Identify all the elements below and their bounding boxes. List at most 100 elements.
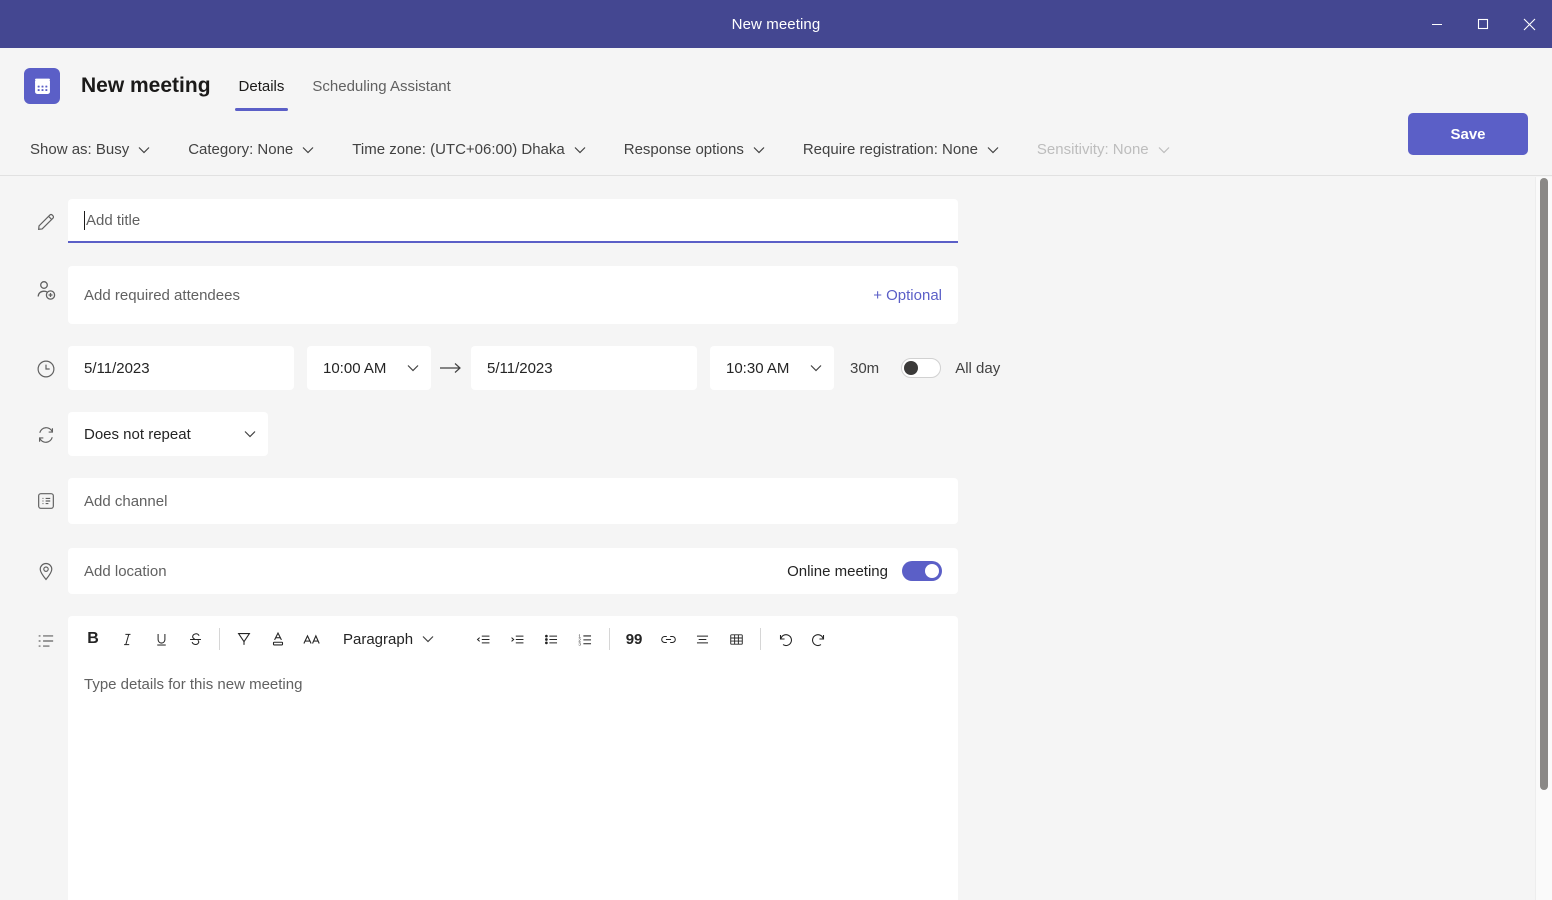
sensitivity-label: Sensitivity: None [1036, 141, 1149, 158]
repeat-glyph [38, 427, 54, 443]
repeat-field-wrap: Does not repeat [68, 412, 958, 456]
numbered-list-icon[interactable]: 1 2 3 [568, 622, 602, 656]
editor-container: B Paragraph 1 2 3 99 Type details for th… [68, 616, 958, 900]
tab-details[interactable]: Details [233, 48, 291, 124]
add-person-icon [24, 266, 68, 302]
save-button[interactable]: Save [1408, 113, 1528, 155]
online-meeting-toggle[interactable] [902, 561, 942, 581]
title-bar: New meeting [0, 0, 1552, 48]
sensitivity-dropdown: Sensitivity: None [1031, 137, 1176, 162]
decrease-indent-icon[interactable] [466, 622, 500, 656]
repeat-dropdown[interactable]: Does not repeat [68, 412, 268, 456]
arrow-right-glyph [440, 363, 461, 373]
minimize-button[interactable] [1414, 0, 1460, 48]
channel-placeholder: Add channel [84, 492, 168, 510]
undo-glyph [780, 634, 792, 647]
scrollbar-thumb[interactable] [1540, 178, 1548, 790]
repeat-icon [24, 412, 68, 446]
time-zone-dropdown[interactable]: Time zone: (UTC+06:00) Dhaka [346, 137, 591, 162]
italic-glyph [123, 633, 130, 645]
header-tabs: Details Scheduling Assistant [233, 48, 457, 124]
channel-glyph [38, 493, 54, 509]
add-person-glyph [37, 281, 56, 300]
show-as-label: Show as: Busy [30, 141, 130, 158]
font-color-icon[interactable] [261, 622, 295, 656]
scrollbar-track[interactable] [1540, 178, 1548, 892]
channel-input[interactable]: Add channel [68, 478, 958, 524]
meeting-options-bar: Show as: Busy Category: None Time zone: … [0, 124, 1552, 176]
all-day-toggle-knob [904, 361, 919, 375]
meeting-header: New meeting Details Scheduling Assistant… [0, 48, 1552, 155]
title-input[interactable]: Add title [68, 199, 958, 243]
end-date-input[interactable]: 5/11/2023 [471, 346, 697, 390]
attendees-input[interactable]: Add required attendees + Optional [68, 266, 958, 324]
repeat-row: Does not repeat [0, 412, 1552, 456]
maximize-button[interactable] [1460, 0, 1506, 48]
require-registration-dropdown[interactable]: Require registration: None [797, 137, 1005, 162]
close-button[interactable] [1506, 0, 1552, 48]
category-dropdown[interactable]: Category: None [182, 137, 320, 162]
start-date-input[interactable]: 5/11/2023 [68, 346, 294, 390]
quote-icon[interactable]: 99 [617, 622, 651, 656]
redo-icon[interactable] [802, 622, 836, 656]
duration-label: 30m [850, 359, 880, 377]
title-row: Add title [0, 199, 1552, 243]
bold-icon[interactable]: B [76, 622, 110, 656]
chevron-down-icon [987, 146, 999, 153]
show-as-dropdown[interactable]: Show as: Busy [24, 137, 156, 162]
online-meeting-control: Online meeting [787, 561, 942, 581]
editor-toolbar: B Paragraph 1 2 3 99 [68, 616, 958, 662]
vertical-scrollbar[interactable] [1540, 178, 1548, 892]
undo-icon[interactable] [768, 622, 802, 656]
chevron-down-icon [574, 146, 586, 153]
paragraph-style-dropdown[interactable]: Paragraph [335, 622, 442, 656]
start-time-dropdown[interactable]: 10:00 AM [307, 346, 431, 390]
bulleted-list-icon[interactable] [534, 622, 568, 656]
datetime-controls: 5/11/2023 10:00 AM 5/11/2023 10:30 AM 30… [68, 346, 1078, 390]
location-pin-glyph [39, 562, 53, 581]
table-icon[interactable] [719, 622, 753, 656]
response-options-dropdown[interactable]: Response options [618, 137, 771, 162]
tab-scheduling-assistant[interactable]: Scheduling Assistant [306, 48, 456, 124]
font-size-icon[interactable] [295, 622, 329, 656]
channel-icon [24, 478, 68, 512]
location-row: Add location Online meeting [0, 548, 1552, 594]
redo-glyph [812, 634, 825, 647]
font-size-glyph [303, 634, 320, 644]
chevron-down-icon [407, 365, 419, 372]
time-zone-label: Time zone: (UTC+06:00) Dhaka [352, 141, 565, 158]
all-day-toggle[interactable] [901, 358, 942, 378]
toolbar-divider [760, 628, 762, 650]
italic-icon[interactable] [110, 622, 144, 656]
link-icon[interactable] [651, 622, 685, 656]
details-textarea[interactable]: Type details for this new meeting [68, 662, 958, 900]
chevron-down-icon [422, 636, 434, 643]
location-input[interactable]: Add location Online meeting [68, 548, 958, 594]
details-editor-row: B Paragraph 1 2 3 99 Type details for th… [0, 616, 1552, 900]
close-icon [1523, 18, 1535, 30]
details-list-glyph [38, 635, 54, 647]
increase-indent-glyph [510, 635, 524, 643]
underline-icon[interactable] [144, 622, 178, 656]
increase-indent-icon[interactable] [500, 622, 534, 656]
strikethrough-glyph [189, 632, 201, 645]
add-optional-attendees-link[interactable]: + Optional [873, 287, 942, 304]
end-time-dropdown[interactable]: 10:30 AM [710, 346, 834, 390]
start-time-value: 10:00 AM [323, 359, 387, 377]
end-time-value: 10:30 AM [726, 359, 790, 377]
clock-glyph [37, 360, 55, 378]
maximize-icon [1477, 18, 1489, 30]
strikethrough-icon[interactable] [178, 622, 212, 656]
align-icon[interactable] [685, 622, 719, 656]
chevron-down-icon [810, 365, 822, 372]
align-glyph [696, 635, 708, 643]
window-controls [1414, 0, 1552, 48]
channel-field-wrap: Add channel [68, 478, 958, 524]
channel-row: Add channel [0, 478, 1552, 524]
attendees-placeholder: Add required attendees [84, 286, 240, 304]
datetime-row: 5/11/2023 10:00 AM 5/11/2023 10:30 AM 30… [0, 346, 1552, 390]
highlight-icon[interactable] [227, 622, 261, 656]
new-meeting-window: New meeting New meeting Details Scheduli… [0, 0, 1552, 900]
title-field-wrap: Add title [68, 199, 958, 243]
numbered-list-glyph: 1 2 3 [578, 633, 591, 646]
